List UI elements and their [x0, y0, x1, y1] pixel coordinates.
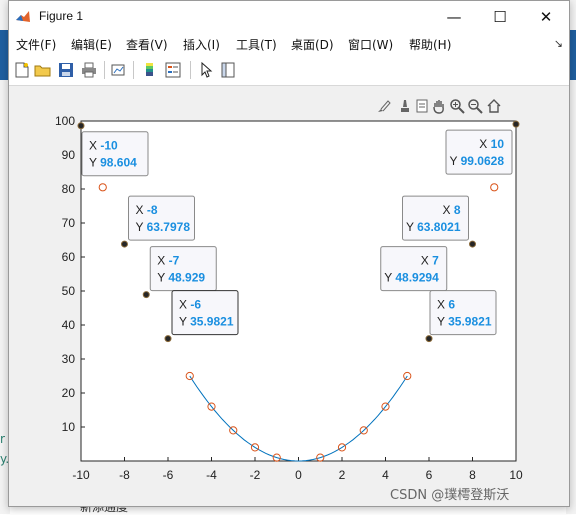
- x-tick-label: -10: [72, 468, 90, 482]
- plot-area[interactable]: -10 -8 -6 -4 -2 0 2 4 6 8 10 10 20 30 40 50 60 70 80 90 100 X…: [9, 1, 569, 506]
- y-tick-label: 100: [55, 114, 75, 128]
- y-tick-label: 60: [62, 250, 76, 264]
- x-tick-label: 8: [469, 468, 476, 482]
- datatip-x-row: X -8: [136, 203, 158, 217]
- datatip-anchor[interactable]: [425, 335, 433, 343]
- figure-window: Figure 1 — ☐ ✕ 文件(F) 编辑(E) 查看(V) 插入(I) 工…: [8, 0, 570, 507]
- datatip-anchor[interactable]: [77, 122, 85, 130]
- datatip-anchor[interactable]: [469, 240, 476, 248]
- y-tick-label: 70: [62, 216, 76, 230]
- background-fragment-1: r: [0, 432, 5, 446]
- x-tick-label: 2: [339, 468, 346, 482]
- datatip-anchor[interactable]: [142, 291, 150, 299]
- datatip-y-row: Y 63.8021: [406, 220, 461, 234]
- x-tick-label: 0: [295, 468, 302, 482]
- datatip-x-row: X -10: [89, 139, 118, 153]
- datatip-y-row: Y 48.929: [157, 271, 205, 285]
- y-tick-label: 80: [62, 182, 76, 196]
- x-tick-label: 6: [426, 468, 433, 482]
- datatip-anchor[interactable]: [121, 240, 128, 248]
- x-tick-label: -8: [119, 468, 130, 482]
- x-tick-label: -2: [250, 468, 261, 482]
- datatip-y-row: Y 63.7978: [136, 220, 191, 234]
- y-tick-label: 40: [62, 318, 76, 332]
- datatip-anchor[interactable]: [164, 335, 172, 343]
- datatip-x-row: X -6: [179, 298, 201, 312]
- datatip-anchor[interactable]: [512, 120, 520, 128]
- watermark-text: CSDN @璞樗登斯沃: [390, 488, 510, 503]
- y-tick-label: 50: [62, 284, 76, 298]
- x-tick-label: 4: [382, 468, 389, 482]
- datatip-x-row: X 10: [479, 137, 504, 151]
- x-tick-label: 10: [509, 468, 523, 482]
- datatip-x-row: X 7: [421, 254, 439, 268]
- datatip-x-row: X 6: [437, 298, 455, 312]
- x-tick-label: -4: [206, 468, 217, 482]
- y-tick-label: 20: [62, 386, 76, 400]
- x-tick-label: -6: [163, 468, 174, 482]
- datatip-y-row: Y 99.0628: [449, 154, 504, 168]
- datatip-y-row: Y 35.9821: [179, 315, 234, 329]
- y-tick-label: 10: [62, 420, 76, 434]
- datatip-x-row: X 8: [442, 203, 460, 217]
- y-tick-label: 90: [62, 148, 76, 162]
- datatip-y-row: Y 48.9294: [384, 271, 439, 285]
- y-tick-label: 30: [62, 352, 76, 366]
- datatip-y-row: Y 35.9821: [437, 315, 492, 329]
- datatip-x-row: X -7: [157, 254, 179, 268]
- datatip-y-row: Y 98.604: [89, 156, 137, 170]
